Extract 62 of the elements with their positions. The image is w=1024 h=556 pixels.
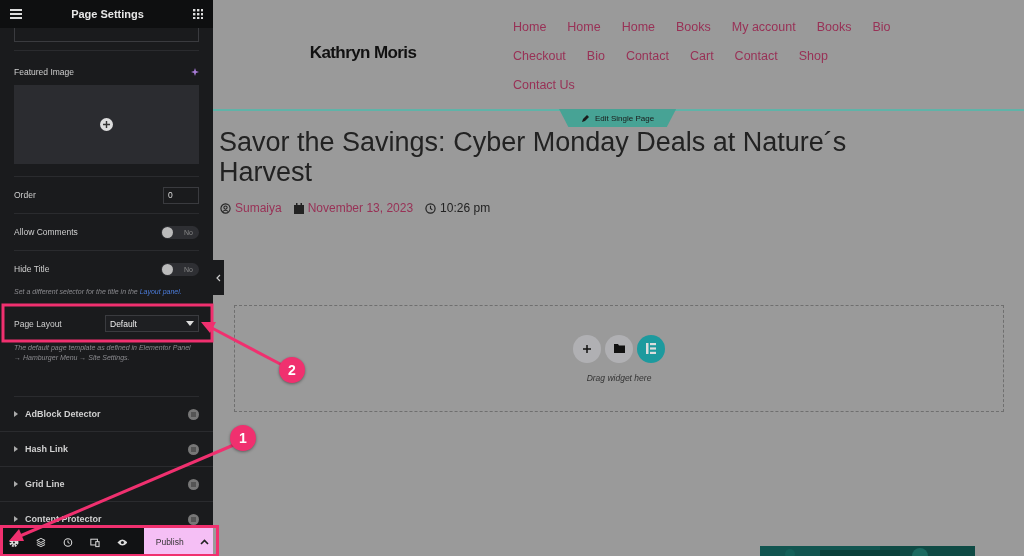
chevron-left-icon — [216, 273, 221, 282]
number-field[interactable]: 0 — [163, 186, 199, 204]
page-layout-dropdown[interactable]: Default — [105, 315, 199, 333]
field-label: Page Layout — [14, 318, 62, 329]
widget-badge-icon — [188, 443, 199, 455]
add-icon[interactable] — [100, 118, 113, 131]
responsive-icon[interactable] — [89, 536, 100, 548]
menu-link[interactable]: Home — [621, 19, 656, 36]
plus-icon — [582, 343, 592, 354]
menu-link[interactable]: Checkout — [513, 48, 566, 65]
caret-icon — [14, 411, 18, 418]
eye-icon[interactable] — [116, 537, 128, 547]
field-label: Hide Title — [14, 264, 50, 274]
panel-title: Page Settings — [71, 8, 144, 20]
menu-link[interactable]: Books — [816, 19, 852, 36]
apps-grid-icon[interactable] — [193, 9, 203, 19]
sparkle-icon[interactable] — [191, 68, 199, 76]
chevron-up-icon — [199, 539, 209, 545]
menu-link[interactable]: Contact Us — [513, 77, 575, 94]
menu-link[interactable]: Cart — [690, 48, 714, 65]
caret-icon — [14, 481, 18, 488]
widget-badge-icon — [188, 478, 199, 490]
user-icon — [220, 202, 231, 214]
field-label: Featured Image — [14, 67, 74, 77]
menu-link[interactable]: Books — [676, 19, 711, 36]
post-time: 10:26 pm — [440, 201, 491, 215]
pencil-icon — [581, 113, 590, 123]
menu-link[interactable]: My account — [731, 19, 796, 36]
menu-icon[interactable] — [10, 9, 22, 19]
date-link[interactable]: November 13, 2023 — [307, 201, 414, 215]
site-logo[interactable]: Kathryn Moris — [213, 0, 513, 109]
widget-badge-icon — [188, 408, 199, 420]
menu-link[interactable]: Bio — [586, 48, 605, 65]
template-folder-button[interactable] — [605, 334, 633, 363]
author-link[interactable]: Sumaiya — [235, 201, 282, 215]
menu-link[interactable]: Bio — [872, 19, 891, 36]
menu-link[interactable]: Contact — [734, 48, 778, 65]
more-options-button[interactable] — [195, 528, 213, 556]
folder-icon — [613, 344, 625, 353]
menu-link[interactable]: Home — [567, 19, 601, 36]
section-header[interactable]: Hash Link — [0, 432, 213, 468]
menu-link[interactable]: Home — [513, 19, 547, 36]
section-header[interactable]: AdBlock Detector — [0, 397, 213, 433]
caret-icon — [14, 516, 18, 523]
publish-button[interactable]: Publish — [144, 528, 195, 556]
elementor-logo-icon — [646, 343, 656, 354]
widget-badge-icon — [188, 513, 199, 525]
history-icon[interactable] — [62, 536, 73, 548]
menu-link[interactable]: Shop — [798, 48, 828, 65]
calendar-icon — [293, 202, 304, 214]
edit-page-tab[interactable]: Edit Single Page — [559, 109, 677, 127]
field-label: Order — [14, 190, 36, 200]
caret-icon — [186, 321, 194, 327]
layers-icon[interactable] — [35, 536, 46, 548]
post-title: Savor the Savings: Cyber Monday Deals at Nature´s Harvest — [219, 127, 848, 187]
add-section-button[interactable] — [573, 334, 601, 363]
field-label: Allow Comments — [14, 227, 78, 237]
drop-hint: Drag widget here — [586, 372, 652, 383]
clock-icon — [425, 202, 437, 214]
menu-link[interactable]: Contact — [625, 48, 669, 65]
caret-icon — [14, 446, 18, 453]
collapse-panel-button[interactable] — [213, 260, 224, 295]
